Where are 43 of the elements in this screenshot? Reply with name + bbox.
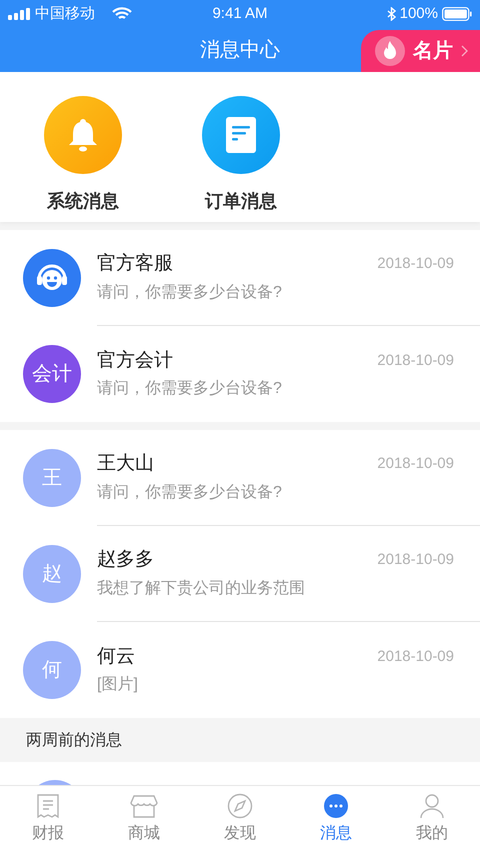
contact-name: 何云 (97, 644, 135, 669)
message-date: 2018-10-09 (377, 646, 454, 667)
message-preview: 我想了解下贵公司的业务范围 (97, 578, 306, 599)
message-date: 2018-10-09 (377, 350, 454, 371)
avatar: 何 (23, 641, 81, 699)
person-icon (419, 793, 445, 819)
chat-icon (323, 793, 349, 819)
message-preview: 请问，你需要多少台设备? (97, 282, 283, 303)
message-date: 2018-10-09 (377, 550, 454, 570)
message-date: 2018-10-09 (377, 454, 454, 474)
message-row[interactable]: 会计 官方会计 2018-10-09 请问，你需要多少台设备? (0, 326, 480, 422)
message-preview: 请问，你需要多少台设备? (97, 378, 283, 400)
contact-name: 官方会计 (97, 348, 173, 373)
message-row[interactable]: 王 王大山 2018-10-09 请问，你需要多少台设备? (0, 430, 480, 526)
message-row[interactable]: 何 何云 2018-10-09 [图片] (0, 622, 480, 718)
chevron-icon (461, 45, 469, 57)
wifi-icon (112, 7, 132, 21)
avatar: 赵 (23, 545, 81, 603)
battery-percent: 100% (400, 4, 438, 24)
message-row[interactable]: 赵 赵多多 2018-10-09 我想了解下贵公司的业务范围 (0, 526, 480, 622)
message-preview: [图片] (97, 674, 139, 696)
contact-name: 赵多多 (97, 548, 154, 572)
status-time: 9:41 AM (211, 4, 269, 24)
message-row[interactable]: 官方客服 2018-10-09 请问，你需要多少台设备? (0, 230, 480, 326)
store-icon (130, 793, 158, 819)
tab-item[interactable]: 消息 (288, 786, 384, 853)
contact-name: 王大山 (97, 452, 154, 476)
carrier-name: 中国移动 (35, 4, 95, 24)
flame-icon (375, 36, 405, 66)
document-icon (226, 117, 256, 153)
contact-name: 官方客服 (97, 252, 173, 276)
avatar: 王 (23, 449, 81, 507)
avatar: 会计 (23, 345, 81, 403)
signal-icon (8, 8, 30, 20)
message-preview: 请问，你需要多少台设备? (97, 482, 283, 503)
section-title: 两周前的消息 (26, 730, 122, 751)
compass-icon (227, 793, 253, 819)
bluetooth-icon (386, 7, 396, 21)
receipt-icon (36, 793, 60, 819)
message-date: 2018-10-09 (377, 254, 454, 274)
battery-icon (442, 7, 472, 21)
page-title: 消息中心 (200, 38, 280, 63)
name-card-button[interactable]: 名片 (361, 30, 480, 72)
